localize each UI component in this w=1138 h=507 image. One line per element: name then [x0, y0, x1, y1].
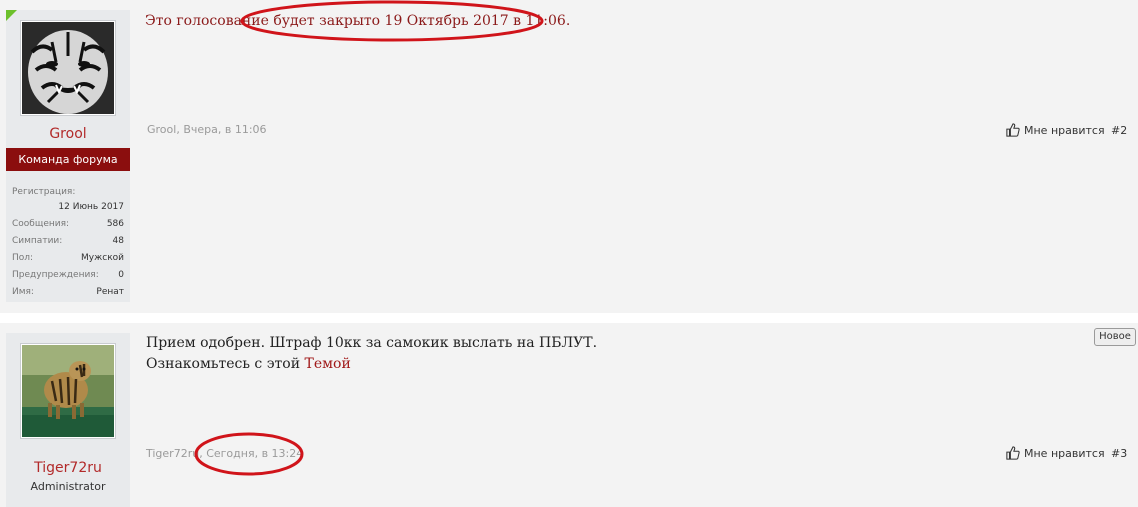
stat-registration: Регистрация: 12 Июнь 2017	[12, 184, 124, 216]
post-meta[interactable]: Grool, Вчера, в 11:06	[147, 123, 267, 136]
post-meta[interactable]: Tiger72ru, Сегодня, в 13:24	[146, 447, 303, 460]
like-label: Мне нравится	[1024, 123, 1105, 137]
stat-value[interactable]: 586	[107, 216, 124, 233]
online-indicator	[6, 10, 17, 21]
post-meta-time[interactable]: Сегодня, в 13:24	[206, 447, 303, 460]
stat-value: 12 Июнь 2017	[58, 202, 124, 212]
user-title-badge: Команда форума	[6, 148, 130, 171]
stat-label: Сообщения:	[12, 219, 70, 229]
username[interactable]: Grool	[6, 126, 130, 142]
stat-value: Ренат	[96, 287, 124, 297]
stat-warnings: Предупреждения: 0	[12, 267, 124, 284]
message-user-info: Grool Команда форума Регистрация: 12 Июн…	[6, 10, 130, 302]
user-title: Administrator	[30, 480, 106, 493]
message-line-prefix: Ознакомьтесь с этой	[146, 356, 305, 372]
stat-label: Симпатии:	[12, 236, 63, 246]
like-button[interactable]: Мне нравится	[1006, 123, 1105, 137]
message-line: Ознакомьтесь с этой Темой	[146, 354, 597, 375]
post-2: Grool Команда форума Регистрация: 12 Июн…	[0, 0, 1138, 313]
like-label: Мне нравится	[1024, 446, 1105, 460]
post-meta-author[interactable]: Tiger72ru	[146, 447, 199, 460]
message-line: Прием одобрен. Штраф 10кк за самокик выс…	[146, 335, 598, 351]
user-stats: Регистрация: 12 Июнь 2017 Сообщения: 586…	[12, 184, 124, 301]
message-text: Прием одобрен. Штраф 10кк за самокик выс…	[146, 333, 597, 375]
stat-label: Имя:	[12, 287, 34, 297]
stat-label: Предупреждения:	[12, 270, 99, 280]
stat-value: 0	[118, 270, 124, 280]
message-text: Это голосование будет закрыто 19 Октябрь…	[145, 11, 570, 32]
username[interactable]: Tiger72ru	[6, 460, 130, 476]
stat-gender: Пол: Мужской	[12, 250, 124, 267]
post-permalink[interactable]: #2	[1111, 124, 1127, 137]
stat-value: Мужской	[81, 253, 124, 263]
stat-value: 48	[112, 236, 124, 246]
stat-label: Пол:	[12, 253, 34, 263]
thumbs-up-icon	[1006, 123, 1020, 137]
stat-messages: Сообщения: 586	[12, 216, 124, 233]
post-permalink[interactable]: #3	[1111, 447, 1127, 460]
tiger-avatar-image	[22, 22, 114, 114]
stat-likes: Симпатии: 48	[12, 233, 124, 250]
avatar[interactable]	[20, 20, 116, 116]
message-user-info: Tiger72ru Administrator	[6, 333, 130, 507]
like-button[interactable]: Мне нравится	[1006, 446, 1105, 460]
avatar[interactable]	[20, 343, 116, 439]
thumbs-up-icon	[1006, 446, 1020, 460]
tiger-statue-avatar-image	[22, 345, 114, 437]
thread-link[interactable]: Темой	[305, 356, 351, 372]
new-post-badge: Новое	[1094, 328, 1136, 346]
poll-close-notice: Это голосование будет закрыто 19 Октябрь…	[145, 13, 571, 29]
stat-name: Имя: Ренат	[12, 284, 124, 301]
